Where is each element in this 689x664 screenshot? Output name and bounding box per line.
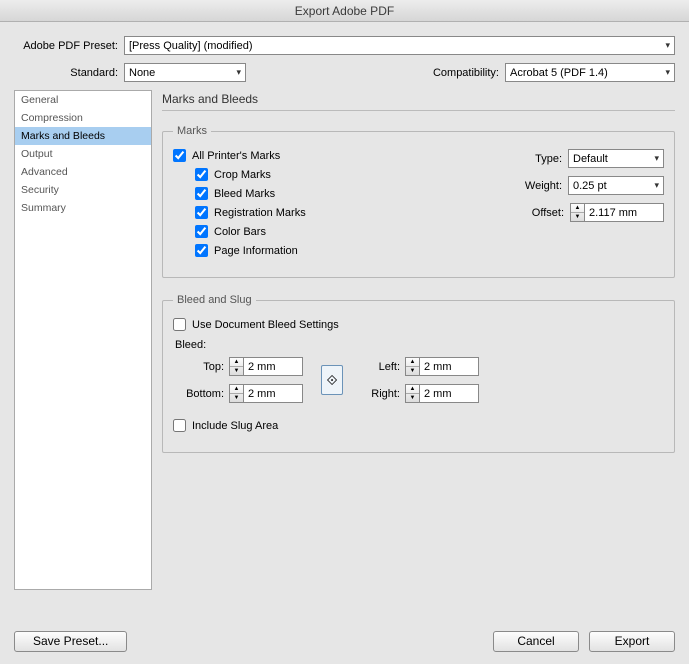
export-button[interactable]: Export	[589, 631, 675, 652]
crop-marks-checkbox[interactable]	[195, 168, 208, 181]
color-bars-checkbox[interactable]	[195, 225, 208, 238]
marks-group: Marks All Printer's Marks Crop Marks	[162, 125, 675, 278]
bleed-marks-checkbox[interactable]	[195, 187, 208, 200]
preset-select[interactable]: [Press Quality] (modified) ▾	[124, 36, 675, 55]
stepper-icon[interactable]: ▲▼	[405, 357, 419, 376]
chevron-down-icon: ▾	[654, 180, 659, 191]
section-sidebar: General Compression Marks and Bleeds Out…	[14, 90, 152, 590]
type-value: Default	[573, 153, 608, 165]
compatibility-select[interactable]: Acrobat 5 (PDF 1.4) ▾	[505, 63, 675, 82]
bleed-heading: Bleed:	[175, 339, 664, 351]
include-slug-checkbox[interactable]	[173, 419, 186, 432]
cancel-button[interactable]: Cancel	[493, 631, 579, 652]
sidebar-item-advanced[interactable]: Advanced	[15, 163, 151, 181]
bleed-slug-group: Bleed and Slug Use Document Bleed Settin…	[162, 294, 675, 453]
bleed-right-stepper[interactable]: ▲▼	[405, 384, 479, 403]
bleed-bottom-stepper[interactable]: ▲▼	[229, 384, 303, 403]
save-preset-button[interactable]: Save Preset...	[14, 631, 127, 652]
bleed-top-stepper[interactable]: ▲▼	[229, 357, 303, 376]
registration-marks-checkbox[interactable]	[195, 206, 208, 219]
all-printers-marks-label: All Printer's Marks	[192, 150, 280, 162]
preset-label: Adobe PDF Preset:	[14, 40, 124, 52]
bleed-left-stepper[interactable]: ▲▼	[405, 357, 479, 376]
page-information-label: Page Information	[214, 245, 298, 257]
sidebar-item-summary[interactable]: Summary	[15, 199, 151, 217]
bleed-slug-legend: Bleed and Slug	[173, 294, 256, 306]
sidebar-item-general[interactable]: General	[15, 91, 151, 109]
marks-legend: Marks	[173, 125, 211, 137]
bleed-left-input[interactable]	[419, 357, 479, 376]
crop-marks-label: Crop Marks	[214, 169, 271, 181]
type-select[interactable]: Default ▾	[568, 149, 664, 168]
chevron-down-icon: ▾	[665, 67, 670, 78]
chevron-down-icon: ▾	[236, 67, 241, 78]
use-document-bleed-checkbox[interactable]	[173, 318, 186, 331]
color-bars-label: Color Bars	[214, 226, 266, 238]
bleed-marks-label: Bleed Marks	[214, 188, 275, 200]
sidebar-item-compression[interactable]: Compression	[15, 109, 151, 127]
bleed-bottom-label: Bottom:	[173, 388, 229, 400]
bleed-top-input[interactable]	[243, 357, 303, 376]
use-document-bleed-label: Use Document Bleed Settings	[192, 319, 339, 331]
link-values-icon[interactable]: ⟐	[321, 365, 343, 395]
standard-select[interactable]: None ▾	[124, 63, 246, 82]
bleed-bottom-input[interactable]	[243, 384, 303, 403]
chevron-down-icon: ▾	[654, 153, 659, 164]
sidebar-item-marks-and-bleeds[interactable]: Marks and Bleeds	[15, 127, 151, 145]
bleed-right-label: Right:	[361, 388, 405, 400]
offset-label: Offset:	[512, 207, 570, 219]
sidebar-item-security[interactable]: Security	[15, 181, 151, 199]
chevron-down-icon: ▾	[665, 40, 670, 51]
registration-marks-label: Registration Marks	[214, 207, 306, 219]
include-slug-label: Include Slug Area	[192, 420, 278, 432]
stepper-icon[interactable]: ▲▼	[570, 203, 584, 222]
stepper-icon[interactable]: ▲▼	[405, 384, 419, 403]
panel-title: Marks and Bleeds	[162, 90, 675, 111]
preset-value: [Press Quality] (modified)	[129, 40, 252, 52]
bleed-right-input[interactable]	[419, 384, 479, 403]
sidebar-item-output[interactable]: Output	[15, 145, 151, 163]
bleed-left-label: Left:	[361, 361, 405, 373]
stepper-icon[interactable]: ▲▼	[229, 384, 243, 403]
weight-value: 0.25 pt	[573, 180, 607, 192]
stepper-icon[interactable]: ▲▼	[229, 357, 243, 376]
bleed-top-label: Top:	[173, 361, 229, 373]
all-printers-marks-checkbox[interactable]	[173, 149, 186, 162]
window-title: Export Adobe PDF	[0, 0, 689, 22]
compatibility-label: Compatibility:	[433, 67, 505, 79]
weight-label: Weight:	[510, 180, 568, 192]
standard-label: Standard:	[14, 67, 124, 79]
offset-stepper[interactable]: ▲▼	[570, 203, 664, 222]
compatibility-value: Acrobat 5 (PDF 1.4)	[510, 67, 608, 79]
type-label: Type:	[510, 153, 568, 165]
weight-select[interactable]: 0.25 pt ▾	[568, 176, 664, 195]
offset-input[interactable]	[584, 203, 664, 222]
standard-value: None	[129, 67, 155, 79]
page-information-checkbox[interactable]	[195, 244, 208, 257]
